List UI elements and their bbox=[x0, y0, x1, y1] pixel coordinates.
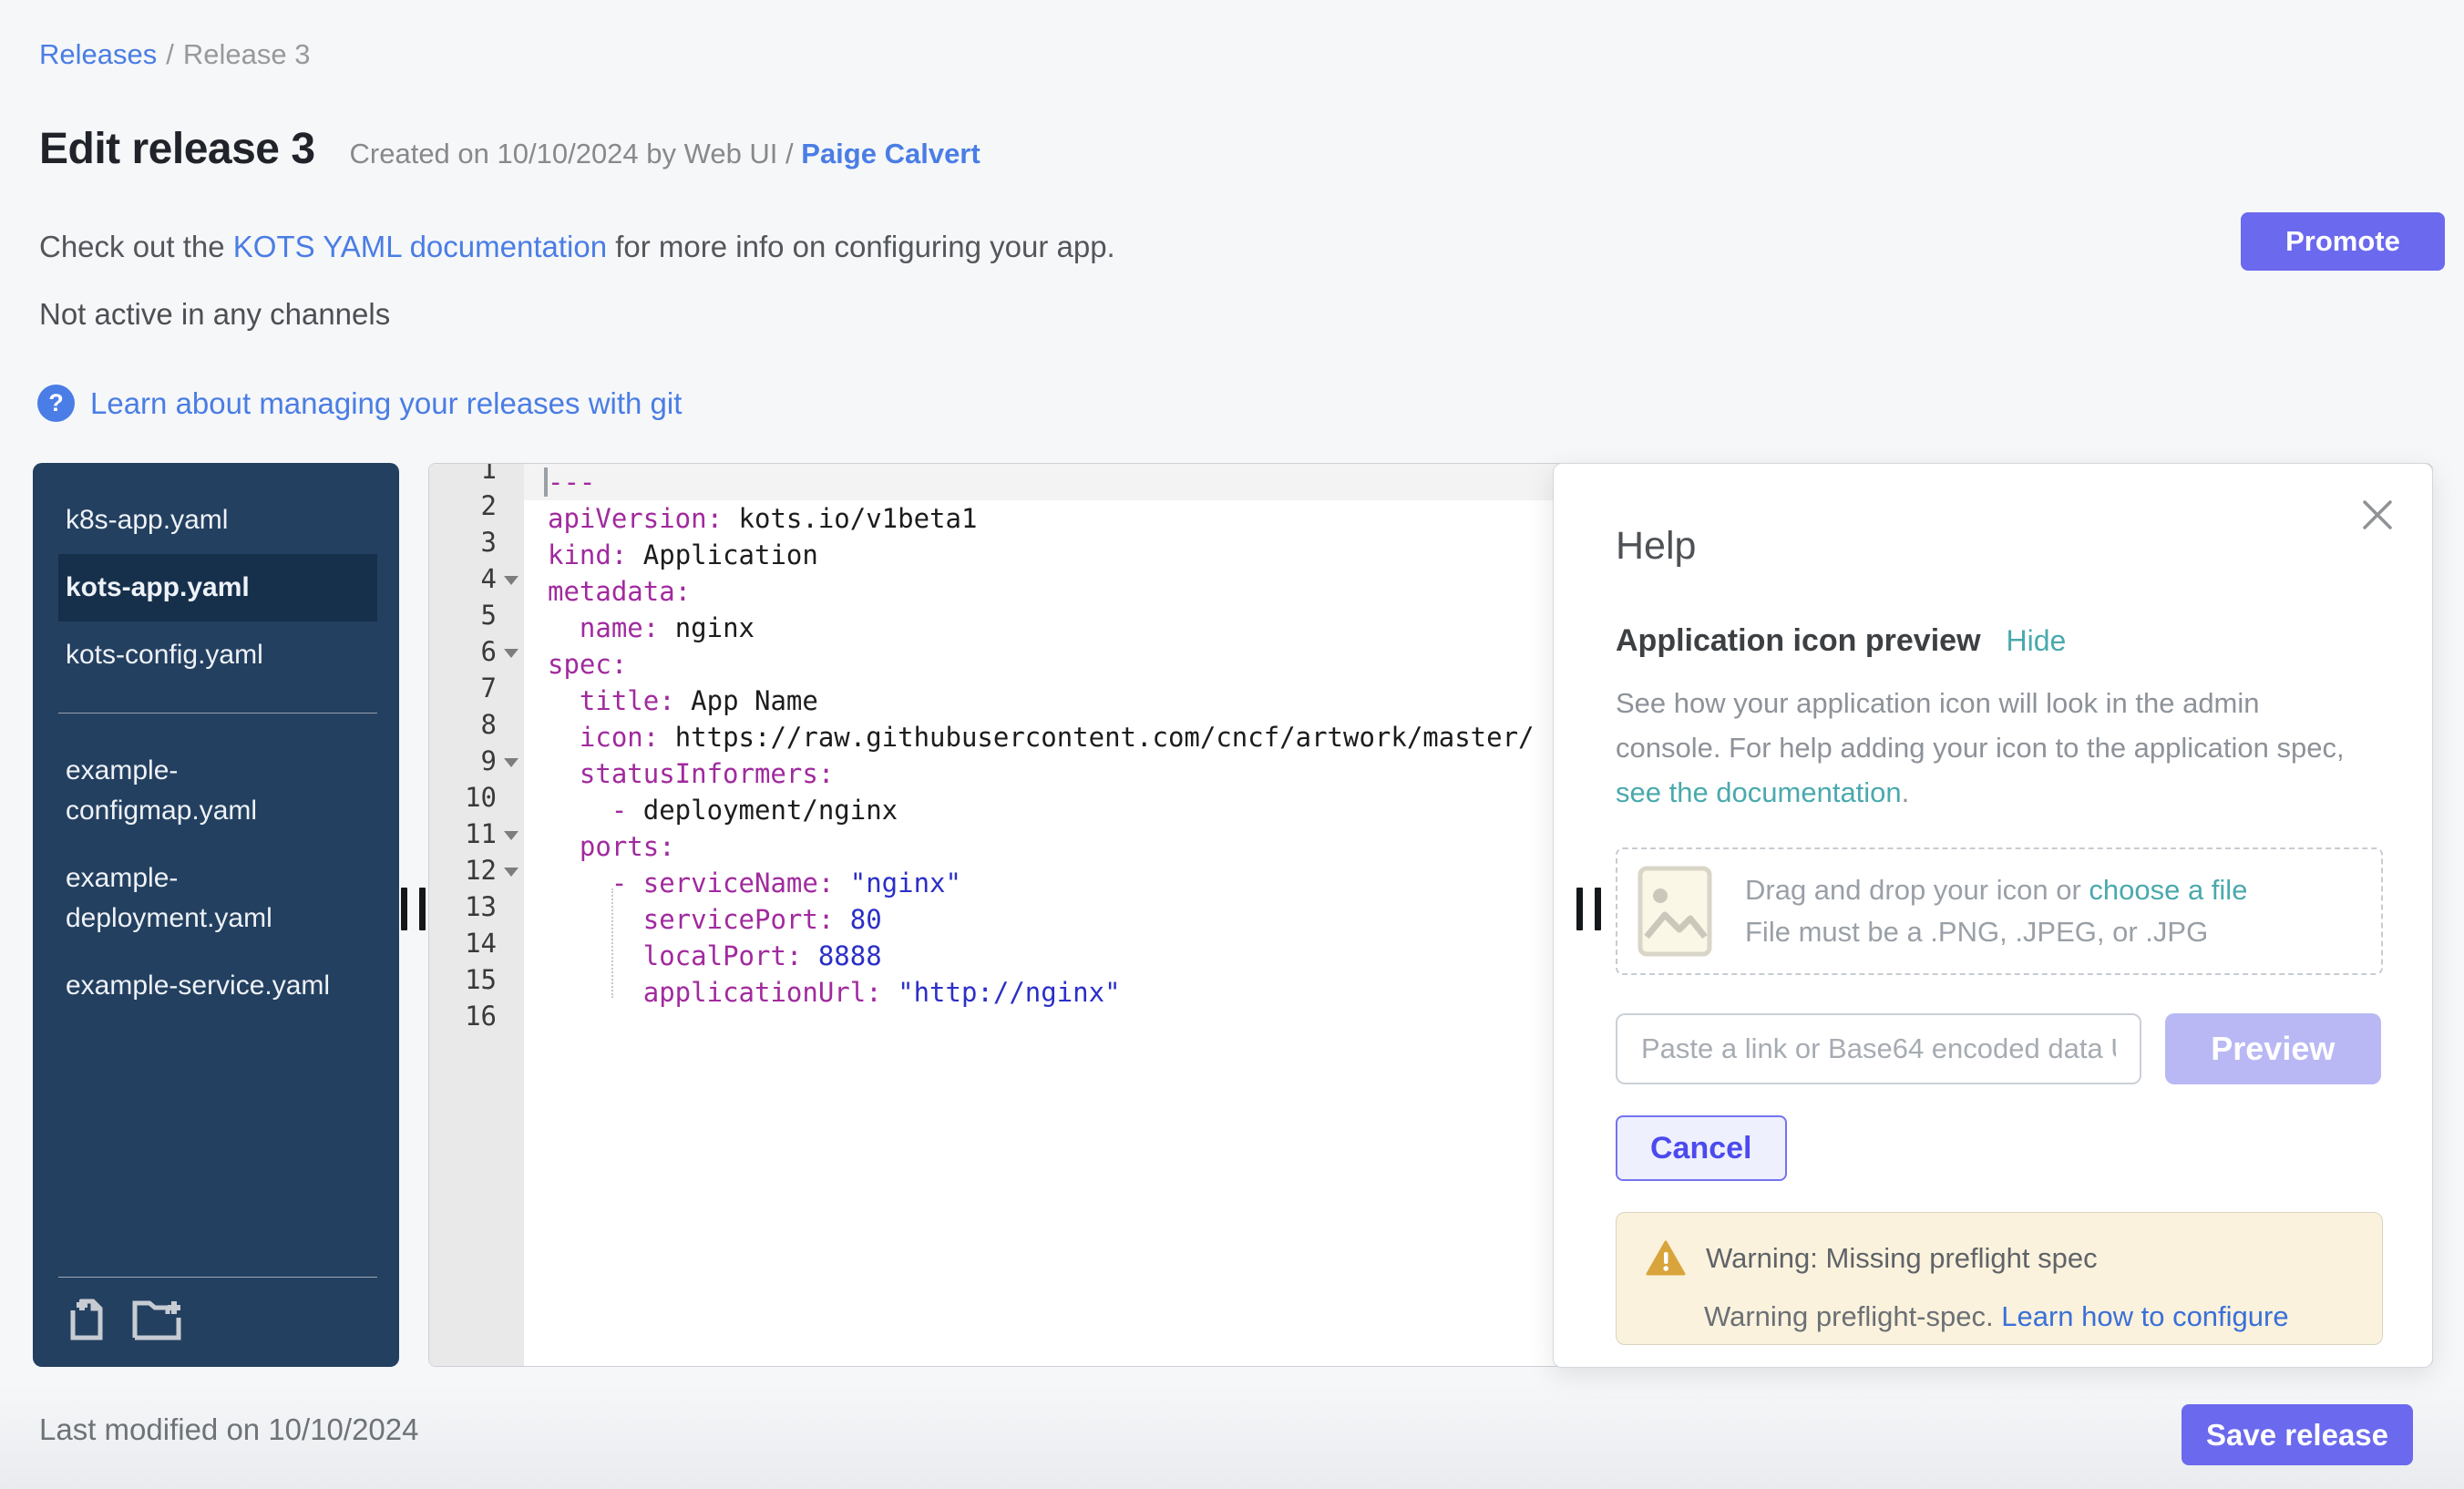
warning-box: Warning: Missing preflight spec Warning … bbox=[1616, 1212, 2383, 1345]
breadcrumb-releases-link[interactable]: Releases bbox=[39, 38, 157, 70]
gutter-line-6: 6 bbox=[429, 633, 524, 670]
created-info: Created on 10/10/2024 by Web UI / Paige … bbox=[350, 138, 980, 170]
icon-preview-description: See how your application icon will look … bbox=[1616, 681, 2368, 815]
question-glyph: ? bbox=[48, 389, 64, 417]
fold-spacer bbox=[497, 464, 522, 488]
channel-status: Not active in any channels bbox=[39, 297, 390, 332]
breadcrumb-separator: / bbox=[166, 38, 174, 70]
edit-release-page: Releases / Release 3 Edit release 3 Create… bbox=[0, 0, 2464, 1489]
intro-after: for more info on configuring your app. bbox=[607, 230, 1115, 263]
workspace: k8s-app.yamlkots-app.yamlkots-config.yam… bbox=[33, 463, 2433, 1367]
file-item-k8s-app-yaml[interactable]: k8s-app.yaml bbox=[58, 487, 377, 554]
help-title: Help bbox=[1616, 524, 2381, 569]
file-item-example-deployment-yaml[interactable]: example-deployment.yaml bbox=[58, 845, 377, 952]
gutter-line-11: 11 bbox=[429, 816, 524, 852]
warning-configure-link[interactable]: Learn how to configure bbox=[2001, 1300, 2288, 1332]
sidebar-bottom bbox=[33, 1277, 399, 1367]
git-help-row: ? Learn about managing your releases wit… bbox=[37, 385, 682, 422]
gutter-line-9: 9 bbox=[429, 743, 524, 779]
file-item-example-service-yaml[interactable]: example-service.yaml bbox=[58, 952, 377, 1020]
breadcrumb: Releases / Release 3 bbox=[39, 38, 310, 71]
gutter-line-13: 13 bbox=[429, 888, 524, 925]
created-author-link[interactable]: Paige Calvert bbox=[801, 138, 980, 169]
fold-spacer bbox=[497, 670, 522, 706]
breadcrumb-current: Release 3 bbox=[183, 38, 311, 70]
gutter-line-3: 3 bbox=[429, 524, 524, 560]
last-modified-text: Last modified on 10/10/2024 bbox=[39, 1412, 418, 1447]
file-item-example-configmap-yaml[interactable]: example-configmap.yaml bbox=[58, 737, 377, 845]
question-mark-icon: ? bbox=[37, 385, 75, 422]
new-folder-icon[interactable] bbox=[131, 1296, 184, 1343]
hide-link[interactable]: Hide bbox=[2007, 624, 2067, 658]
file-item-kots-config-yaml[interactable]: kots-config.yaml bbox=[58, 621, 377, 689]
gutter-line-1: 1 bbox=[429, 464, 524, 488]
page-title: Edit release 3 bbox=[39, 124, 315, 174]
description-period: . bbox=[1902, 776, 1910, 808]
fold-arrow-icon-line-11[interactable] bbox=[497, 816, 522, 852]
editor-gutter: 12345678910111213141516 bbox=[429, 464, 524, 1366]
fold-spacer bbox=[497, 706, 522, 743]
fold-spacer bbox=[497, 888, 522, 925]
warning-triangle-icon bbox=[1646, 1240, 1686, 1277]
close-icon[interactable] bbox=[2361, 498, 2394, 531]
intro-text: Check out the KOTS YAML documentation fo… bbox=[39, 230, 1115, 264]
file-item-kots-app-yaml[interactable]: kots-app.yaml bbox=[58, 554, 377, 621]
intro-before: Check out the bbox=[39, 230, 233, 263]
preview-button[interactable]: Preview bbox=[2165, 1013, 2381, 1084]
git-releases-link[interactable]: Learn about managing your releases with … bbox=[90, 386, 682, 421]
fold-spacer bbox=[497, 925, 522, 961]
file-list: k8s-app.yamlkots-app.yamlkots-config.yam… bbox=[33, 463, 399, 1020]
file-sidebar: k8s-app.yamlkots-app.yamlkots-config.yam… bbox=[33, 463, 399, 1367]
warning-detail-text: Warning preflight-spec. bbox=[1704, 1300, 2001, 1332]
fold-spacer bbox=[497, 488, 522, 524]
image-placeholder-icon bbox=[1638, 866, 1712, 957]
fold-arrow-icon-line-12[interactable] bbox=[497, 852, 522, 888]
file-list-divider bbox=[58, 713, 377, 714]
fold-arrow-icon-line-9[interactable] bbox=[497, 743, 522, 779]
kots-yaml-docs-link[interactable]: KOTS YAML documentation bbox=[233, 230, 607, 263]
help-panel: Help Application icon preview Hide See h… bbox=[1553, 463, 2433, 1368]
fold-spacer bbox=[497, 998, 522, 1034]
choose-file-link[interactable]: choose a file bbox=[2089, 874, 2247, 906]
gutter-line-4: 4 bbox=[429, 560, 524, 597]
icon-url-input[interactable] bbox=[1616, 1013, 2141, 1084]
text-cursor bbox=[544, 467, 548, 497]
new-file-icon[interactable] bbox=[66, 1296, 113, 1343]
gutter-line-14: 14 bbox=[429, 925, 524, 961]
gutter-line-10: 10 bbox=[429, 779, 524, 816]
fold-spacer bbox=[497, 597, 522, 633]
fold-spacer bbox=[497, 961, 522, 998]
description-text: See how your application icon will look … bbox=[1616, 687, 2345, 764]
gutter-line-16: 16 bbox=[429, 998, 524, 1034]
gutter-line-2: 2 bbox=[429, 488, 524, 524]
created-text: Created on 10/10/2024 by Web UI / bbox=[350, 138, 802, 169]
icon-preview-title: Application icon preview bbox=[1616, 623, 1981, 659]
dropzone-file-requirements: File must be a .PNG, .JPEG, or .JPG bbox=[1745, 916, 2247, 949]
fold-arrow-icon-line-6[interactable] bbox=[497, 633, 522, 670]
sidebar-resize-handle[interactable] bbox=[401, 888, 426, 930]
fold-spacer bbox=[497, 524, 522, 560]
fold-arrow-icon-line-4[interactable] bbox=[497, 560, 522, 597]
gutter-line-7: 7 bbox=[429, 670, 524, 706]
save-release-button[interactable]: Save release bbox=[2182, 1404, 2413, 1465]
promote-button[interactable]: Promote bbox=[2241, 212, 2445, 271]
icon-dropzone[interactable]: Drag and drop your icon or choose a file… bbox=[1616, 847, 2383, 975]
gutter-line-8: 8 bbox=[429, 706, 524, 743]
gutter-line-15: 15 bbox=[429, 961, 524, 998]
fold-spacer bbox=[497, 779, 522, 816]
dropzone-text: Drag and drop your icon or bbox=[1745, 874, 2089, 906]
title-row: Edit release 3 Created on 10/10/2024 by … bbox=[39, 124, 980, 174]
help-panel-resize-handle[interactable] bbox=[1576, 888, 1601, 930]
cancel-button[interactable]: Cancel bbox=[1616, 1115, 1787, 1181]
gutter-line-5: 5 bbox=[429, 597, 524, 633]
gutter-line-12: 12 bbox=[429, 852, 524, 888]
see-documentation-link[interactable]: see the documentation bbox=[1616, 776, 1902, 808]
warning-title: Warning: Missing preflight spec bbox=[1706, 1242, 2098, 1275]
